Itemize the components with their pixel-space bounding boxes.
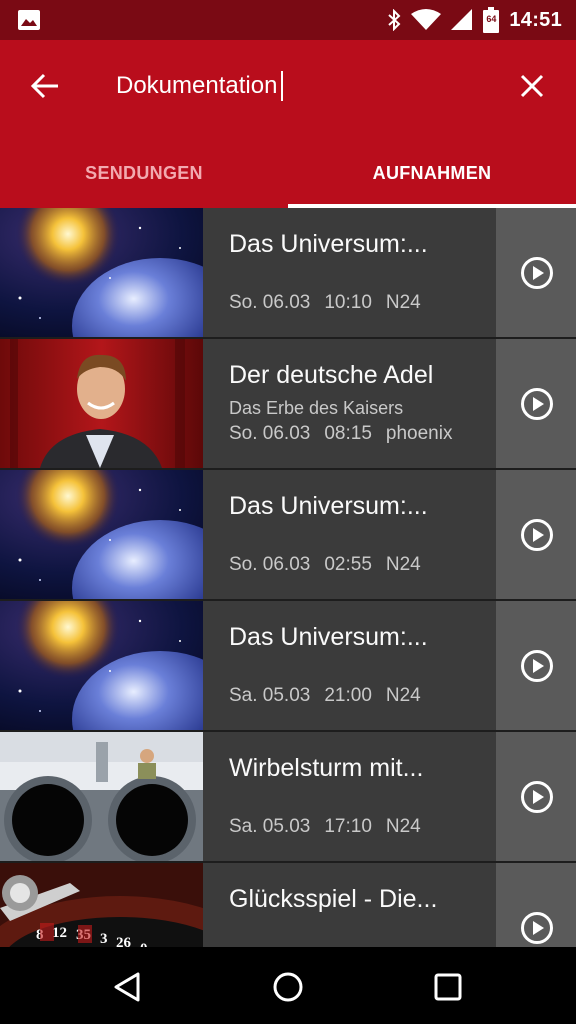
recording-title: Der deutsche Adel [229,361,434,389]
recording-channel: phoenix [385,423,453,444]
bluetooth-icon [388,9,401,31]
search-input[interactable]: Dokumentation [116,66,284,106]
recording-time: 02:55 [324,554,372,575]
play-circle-icon [521,519,553,551]
wifi-icon [411,9,442,30]
battery-level: 64 [486,14,497,24]
status-bar: 64 14:51 [0,0,576,40]
recording-thumbnail[interactable] [0,470,203,599]
play-circle-icon [521,912,553,944]
recording-day: So. 06.03 [229,423,311,444]
clock: 14:51 [509,8,562,31]
nav-home-icon[interactable] [266,965,310,1009]
recording-day: So. 06.03 [229,554,311,575]
play-circle-icon [521,650,553,682]
recording-time: 17:10 [324,816,372,837]
nav-recents-icon[interactable] [426,965,470,1009]
recording-time: 21:00 [324,685,372,706]
recording-title: Das Universum:... [229,230,428,258]
text-cursor [281,71,284,101]
recording-meta: So. 06.03 08:15 phoenix [229,423,452,445]
recording-time: 08:15 [324,423,372,444]
recording-meta: Sa. 05.03 21:00 N24 [229,685,421,707]
play-button[interactable] [496,208,576,337]
recording-channel: N24 [385,816,421,837]
back-arrow-icon[interactable] [24,64,68,108]
recording-meta: Sa. 05.03 17:10 N24 [229,816,421,838]
recording-meta: So. 06.03 02:55 N24 [229,554,421,576]
tab-aufnahmen[interactable]: AUFNAHMEN [288,144,576,208]
recording-channel: N24 [385,685,421,706]
recording-thumbnail[interactable] [0,601,203,730]
svg-text:26: 26 [116,935,132,947]
recording-title: Glücksspiel - Die... [229,885,438,913]
recording-row[interactable]: Der deutsche Adel Das Erbe des Kaisers So.… [0,339,576,470]
play-button[interactable] [496,339,576,468]
navigation-bar [0,947,576,1024]
svg-text:12: 12 [52,925,67,941]
play-circle-icon [521,388,553,420]
search-query: Dokumentation [116,72,278,99]
recording-time: 10:10 [324,292,372,313]
cell-signal-icon [451,9,473,30]
recording-day: Sa. 05.03 [229,816,311,837]
recording-title: Wirbelsturm mit... [229,754,424,782]
nav-back-icon[interactable] [106,965,150,1009]
play-button[interactable] [496,863,576,947]
recording-thumbnail[interactable] [0,339,203,468]
recording-row[interactable]: Das Universum:... Sa. 05.03 21:00 N24 [0,601,576,732]
recording-day: So. 06.03 [229,292,311,313]
image-notification-icon [18,10,40,30]
recording-info[interactable]: Das Universum:... Sa. 05.03 21:00 N24 [203,601,496,730]
recording-channel: N24 [385,292,421,313]
recording-thumbnail[interactable] [0,732,203,861]
tab-sendungen[interactable]: SENDUNGEN [0,144,288,208]
recording-info[interactable]: Das Universum:... So. 06.03 10:10 N24 [203,208,496,337]
recording-row[interactable]: Das Universum:... So. 06.03 02:55 N24 [0,470,576,601]
recording-thumbnail[interactable] [0,208,203,337]
play-button[interactable] [496,601,576,730]
app-bar: Dokumentation SENDUNGEN AUFNAHMEN [0,40,576,208]
svg-text:3: 3 [100,931,108,947]
recording-row[interactable]: Das Universum:... So. 06.03 10:10 N24 [0,208,576,339]
play-button[interactable] [496,470,576,599]
close-icon[interactable] [510,64,554,108]
recording-title: Das Universum:... [229,492,428,520]
recording-row[interactable]: Wirbelsturm mit... Sa. 05.03 17:10 N24 [0,732,576,863]
recording-info[interactable]: Das Universum:... So. 06.03 02:55 N24 [203,470,496,599]
recording-thumbnail[interactable]: 81235326032 [0,863,203,947]
play-circle-icon [521,257,553,289]
play-circle-icon [521,781,553,813]
battery-icon: 64 [483,7,500,33]
recording-meta: So. 06.03 10:10 N24 [229,292,421,314]
recording-info[interactable]: Der deutsche Adel Das Erbe des Kaisers So.… [203,339,496,468]
recording-info[interactable]: Wirbelsturm mit... Sa. 05.03 17:10 N24 [203,732,496,861]
recording-subtitle: Das Erbe des Kaisers [229,398,404,418]
recording-title: Das Universum:... [229,623,428,651]
tab-bar: SENDUNGEN AUFNAHMEN [0,144,576,208]
recording-day: Sa. 05.03 [229,685,311,706]
recording-info[interactable]: Glücksspiel - Die... [203,863,496,947]
recordings-list[interactable]: Das Universum:... So. 06.03 10:10 N24 Der de… [0,208,576,947]
recording-row[interactable]: 81235326032Glücksspiel - Die... [0,863,576,947]
recording-channel: N24 [385,554,421,575]
play-button[interactable] [496,732,576,861]
